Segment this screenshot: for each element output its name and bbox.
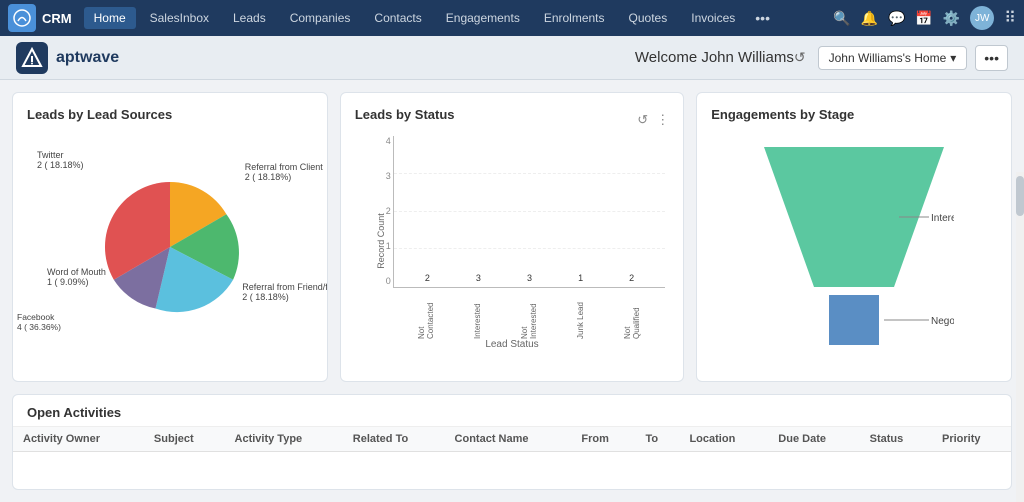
sub-navigation: aptwave Welcome John Williams ↺ John Wil…: [0, 36, 1024, 80]
main-content: Leads by Lead Sources: [0, 80, 1024, 502]
col-contact-name: Contact Name: [445, 427, 572, 452]
bar-value-junk-lead: 1: [578, 273, 583, 283]
pie-label-referral-client: Referral from Client2 ( 18.18%): [245, 162, 323, 182]
grid-line-1: [394, 248, 665, 249]
engagements-title: Engagements by Stage: [711, 107, 997, 122]
nav-tab-home[interactable]: Home: [84, 7, 136, 29]
col-priority: Priority: [932, 427, 1011, 452]
funnel-chart-svg: Interested Negotiation: [754, 137, 954, 357]
grid-icon[interactable]: ⠿: [1004, 8, 1016, 28]
x-label-not-qualified: Not Qualified: [606, 294, 657, 344]
scroll-thumb[interactable]: [1016, 176, 1024, 216]
brand-logo-box: [16, 42, 48, 74]
leads-status-title: Leads by Status: [355, 107, 455, 122]
col-due-date: Due Date: [768, 427, 859, 452]
col-status: Status: [860, 427, 932, 452]
nav-tab-quotes[interactable]: Quotes: [619, 7, 678, 29]
nav-tab-salesinbox[interactable]: SalesInbox: [140, 7, 219, 29]
x-label-not-interested: Not Interested: [503, 294, 554, 344]
table-header-row: Activity Owner Subject Activity Type Rel…: [13, 427, 1011, 452]
bar-value-not-contacted: 2: [425, 273, 430, 283]
pie-chart-container: Twitter2 ( 18.18%) Referral from Client2…: [27, 132, 313, 362]
search-icon[interactable]: 🔍: [833, 10, 850, 27]
bar-chart-area: 2 3 3 1: [393, 136, 665, 288]
app-name: CRM: [42, 11, 72, 26]
bar-chart-more-icon[interactable]: ⋮: [656, 112, 669, 128]
sub-nav-more-button[interactable]: •••: [975, 45, 1008, 71]
x-label-not-contacted: Not Contacted: [401, 294, 452, 344]
nav-tab-companies[interactable]: Companies: [280, 7, 361, 29]
bar-chart-header: Leads by Status ↺ ⋮: [355, 107, 669, 132]
chat-icon[interactable]: 💬: [888, 10, 905, 27]
grid-line-3: [394, 173, 665, 174]
brand-logo: aptwave: [16, 42, 119, 74]
x-label-junk-lead: Junk Lead: [555, 294, 606, 344]
brand-name: aptwave: [56, 49, 119, 67]
nav-tab-contacts[interactable]: Contacts: [364, 7, 431, 29]
col-from: From: [571, 427, 635, 452]
open-activities-header: Open Activities: [13, 395, 1011, 427]
pie-label-twitter: Twitter2 ( 18.18%): [37, 150, 84, 170]
pie-chart-svg: [90, 167, 250, 327]
y-tick-4: 4: [386, 136, 391, 146]
funnel-negotiation-label: Negotiation: [931, 316, 954, 327]
activities-table: Activity Owner Subject Activity Type Rel…: [13, 427, 1011, 452]
engagements-by-stage-card: Engagements by Stage Interested Negotiat…: [696, 92, 1012, 382]
col-related-to: Related To: [343, 427, 445, 452]
nav-right-actions: 🔍 🔔 💬 📅 ⚙️ JW ⠿: [833, 6, 1016, 30]
pie-label-facebook: Facebook4 ( 36.36%): [17, 312, 61, 332]
grid-line-2: [394, 211, 665, 212]
bar-chart-actions: ↺ ⋮: [637, 112, 669, 128]
app-logo: CRM: [8, 4, 72, 32]
y-tick-2: 2: [386, 206, 391, 216]
nav-tab-enrolments[interactable]: Enrolments: [534, 7, 615, 29]
bar-value-not-qualified: 2: [629, 273, 634, 283]
bar-value-interested: 3: [476, 273, 481, 283]
bar-chart: Record Count 4 3 2 1 0: [355, 136, 669, 346]
user-avatar[interactable]: JW: [970, 6, 994, 30]
y-tick-3: 3: [386, 171, 391, 181]
leads-by-status-card: Leads by Status ↺ ⋮ Record Count 4 3 2 1…: [340, 92, 684, 382]
x-axis-labels: Not Contacted Interested Not Interested …: [393, 290, 665, 346]
y-axis: 4 3 2 1 0: [355, 136, 391, 288]
bar-value-not-interested: 3: [527, 273, 532, 283]
x-axis-title: Lead Status: [485, 339, 538, 350]
col-activity-owner: Activity Owner: [13, 427, 144, 452]
funnel-interested-label: Interested: [931, 213, 954, 224]
nav-more-button[interactable]: •••: [749, 6, 776, 30]
funnel-negotiation: [829, 295, 879, 345]
col-subject: Subject: [144, 427, 225, 452]
bell-icon[interactable]: 🔔: [861, 10, 878, 27]
bar-chart-refresh-icon[interactable]: ↺: [637, 112, 648, 128]
nav-tab-engagements[interactable]: Engagements: [436, 7, 530, 29]
nav-tab-invoices[interactable]: Invoices: [681, 7, 745, 29]
y-tick-1: 1: [386, 241, 391, 251]
x-label-interested: Interested: [452, 294, 503, 344]
sub-nav-right: ↺ John Williams's Home ▾ •••: [794, 45, 1008, 71]
top-navigation: CRM Home SalesInbox Leads Companies Cont…: [0, 0, 1024, 36]
settings-icon[interactable]: ⚙️: [943, 10, 960, 27]
leads-by-source-card: Leads by Lead Sources: [12, 92, 328, 382]
calendar-icon[interactable]: 📅: [915, 10, 932, 27]
col-activity-type: Activity Type: [225, 427, 343, 452]
col-to: To: [635, 427, 679, 452]
nav-tab-leads[interactable]: Leads: [223, 7, 276, 29]
dashboard-row: Leads by Lead Sources: [12, 92, 1012, 382]
home-dropdown-button[interactable]: John Williams's Home ▾: [818, 46, 968, 70]
scroll-track[interactable]: [1016, 172, 1024, 502]
welcome-message: Welcome John Williams: [635, 49, 794, 66]
y-tick-0: 0: [386, 276, 391, 286]
home-button-label: John Williams's Home: [829, 51, 947, 65]
col-location: Location: [679, 427, 768, 452]
pie-label-referral-friend: Referral from Friend/f2 ( 18.18%): [242, 282, 328, 302]
leads-source-title: Leads by Lead Sources: [27, 107, 313, 122]
crm-logo-icon: [8, 4, 36, 32]
funnel-chart-container: Interested Negotiation: [711, 132, 997, 362]
dropdown-arrow-icon: ▾: [950, 51, 956, 65]
refresh-icon[interactable]: ↺: [794, 49, 806, 66]
open-activities-card: Open Activities Activity Owner Subject A…: [12, 394, 1012, 490]
